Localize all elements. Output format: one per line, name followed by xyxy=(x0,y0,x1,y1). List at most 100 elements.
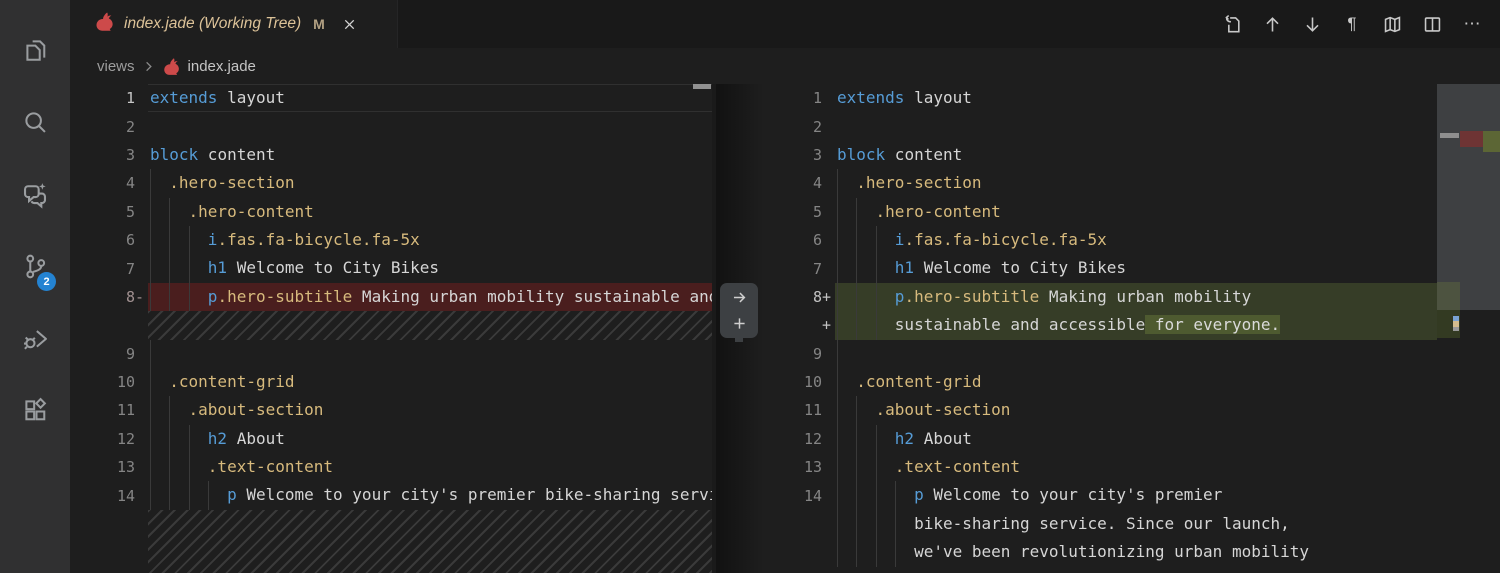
original-code-row[interactable] xyxy=(70,509,712,573)
breadcrumb-folder[interactable]: views xyxy=(97,58,135,75)
split-editor-icon[interactable] xyxy=(1416,9,1448,39)
line-number xyxy=(70,510,148,573)
more-actions-icon[interactable]: ⋯ xyxy=(1456,9,1488,39)
stage-change-icon[interactable] xyxy=(727,312,751,334)
modified-code-row[interactable]: 13 .text-content xyxy=(716,453,1437,482)
modified-code-row[interactable]: bike-sharing service. Since our launch, xyxy=(716,509,1437,539)
original-code-row[interactable]: 11 .about-section xyxy=(70,396,712,425)
code-line-text xyxy=(148,311,712,340)
indent-guide xyxy=(837,538,838,567)
indent-guide xyxy=(150,424,151,454)
indent-guide xyxy=(169,254,171,283)
original-code-row[interactable]: 5 .hero-content xyxy=(70,197,712,226)
line-number: 2 xyxy=(125,117,135,136)
original-code-row[interactable]: 3 block content xyxy=(70,141,712,169)
source-control-badge: 2 xyxy=(37,272,56,291)
indent-guide xyxy=(856,396,858,425)
original-code-row[interactable]: 8- p.hero-subtitle Making urban mobility… xyxy=(70,282,712,312)
modified-code-row[interactable]: 12 h2 About xyxy=(716,424,1437,454)
modified-code-row[interactable]: 9 xyxy=(716,339,1437,368)
indent-guide xyxy=(188,424,190,454)
line-number xyxy=(70,311,148,339)
line-number: 3 xyxy=(812,145,822,164)
line-number: 8- xyxy=(125,287,145,306)
code-line-text: we've been revolutionizing urban mobilit… xyxy=(835,538,1437,567)
line-number: 4 xyxy=(812,174,822,193)
original-code-row[interactable]: 4 .hero-section xyxy=(70,169,712,198)
tab-index-jade-working-tree[interactable]: index.jade (Working Tree) M xyxy=(70,0,398,48)
map-icon[interactable] xyxy=(1376,9,1408,39)
line-number: 9 xyxy=(125,344,135,363)
modified-code-row[interactable]: 5 .hero-content xyxy=(716,197,1437,226)
sidebar-item-search[interactable] xyxy=(11,89,59,161)
original-code-row[interactable]: 10 .content-grid xyxy=(70,367,712,397)
indent-guide xyxy=(894,481,896,510)
original-code-row[interactable]: 6 i.fas.fa-bicycle.fa-5x xyxy=(70,225,712,255)
indent-guide xyxy=(150,225,151,255)
scrollbar-slider[interactable] xyxy=(693,84,711,89)
indent-guide xyxy=(207,481,209,510)
modified-code-row[interactable]: 14 p Welcome to your city's premier xyxy=(716,481,1437,510)
modified-editor[interactable]: 1 extends layout 2 3 block content 4 .hero-se… xyxy=(716,84,1437,573)
code-line-text: .content-grid xyxy=(148,367,712,397)
indent-guide xyxy=(150,339,151,368)
line-number: 14 xyxy=(116,486,135,505)
indent-guide xyxy=(875,509,877,539)
modified-code-row[interactable]: 2 xyxy=(716,112,1437,140)
original-code-row[interactable]: 13 .text-content xyxy=(70,453,712,482)
revert-change-icon[interactable] xyxy=(727,287,751,309)
minimap-slider[interactable] xyxy=(1437,84,1500,310)
original-code-row[interactable]: 1 extends layout xyxy=(70,84,712,112)
modified-code-row[interactable]: 4 .hero-section xyxy=(716,169,1437,198)
modified-code-row[interactable]: 1 extends layout xyxy=(716,84,1437,112)
sidebar-item-run-debug[interactable] xyxy=(11,305,59,377)
indent-guide xyxy=(837,169,838,198)
toggle-whitespace-icon[interactable]: ¶ xyxy=(1336,9,1368,39)
line-number: 11 xyxy=(116,401,135,420)
original-code-row[interactable]: 7 h1 Welcome to City Bikes xyxy=(70,254,712,283)
code-line-text: block content xyxy=(837,144,963,164)
code-line-text: h2 About xyxy=(148,424,712,454)
modified-code-row[interactable]: 6 i.fas.fa-bicycle.fa-5x xyxy=(716,225,1437,255)
original-code-row[interactable]: 14 p Welcome to your city's premier bike… xyxy=(70,481,712,510)
minimap xyxy=(1437,84,1500,573)
modified-code-row[interactable]: 10 .content-grid xyxy=(716,367,1437,397)
breadcrumb-file[interactable]: index.jade xyxy=(188,58,256,75)
line-number: 13 xyxy=(116,458,135,477)
previous-change-icon[interactable] xyxy=(1256,9,1288,39)
code-line-text: p Welcome to your city's premier xyxy=(835,481,1437,510)
original-code-row[interactable]: 2 xyxy=(70,112,712,140)
original-code-row[interactable]: 12 h2 About xyxy=(70,424,712,454)
indent-guide xyxy=(856,424,858,454)
modified-code-row[interactable]: 11 .about-section xyxy=(716,396,1437,425)
sidebar-item-copilot-chat[interactable] xyxy=(11,161,59,233)
debug-icon xyxy=(22,325,49,357)
indent-guide xyxy=(169,396,171,425)
modified-code-row[interactable]: 7 h1 Welcome to City Bikes xyxy=(716,254,1437,283)
code-line-text: .text-content xyxy=(148,453,712,482)
indent-guide xyxy=(875,424,877,454)
next-change-icon[interactable] xyxy=(1296,9,1328,39)
modified-code-row[interactable]: we've been revolutionizing urban mobilit… xyxy=(716,538,1437,567)
revert-file-icon[interactable] xyxy=(1216,9,1248,39)
modified-code-row[interactable]: + sustainable and accessible for everyon… xyxy=(716,311,1437,340)
indent-guide xyxy=(856,282,858,312)
code-line-text xyxy=(835,112,1437,140)
code-line-text: p.hero-subtitle Making urban mobility su… xyxy=(148,282,712,312)
sidebar-item-extensions[interactable] xyxy=(11,377,59,449)
sidebar-item-explorer[interactable] xyxy=(11,17,59,89)
original-code-row[interactable] xyxy=(70,311,712,340)
tab-modified-badge: M xyxy=(313,16,325,32)
editor-actions: ¶ ⋯ xyxy=(1216,0,1488,48)
modified-code-row[interactable]: 8 + p.hero-subtitle Making urban mobility xyxy=(716,282,1437,312)
extensions-icon xyxy=(22,397,49,429)
indent-guide xyxy=(837,509,838,539)
indent-guide xyxy=(188,225,190,255)
modified-code-row[interactable]: 3 block content xyxy=(716,141,1437,169)
original-code-row[interactable]: 9 xyxy=(70,339,712,368)
indent-guide xyxy=(150,396,151,425)
close-icon[interactable] xyxy=(339,13,361,35)
original-editor[interactable]: 1 extends layout 2 3 block content 4 .hero-se… xyxy=(70,84,712,573)
indent-guide xyxy=(837,311,838,340)
sidebar-item-source-control[interactable]: 2 xyxy=(11,233,59,305)
